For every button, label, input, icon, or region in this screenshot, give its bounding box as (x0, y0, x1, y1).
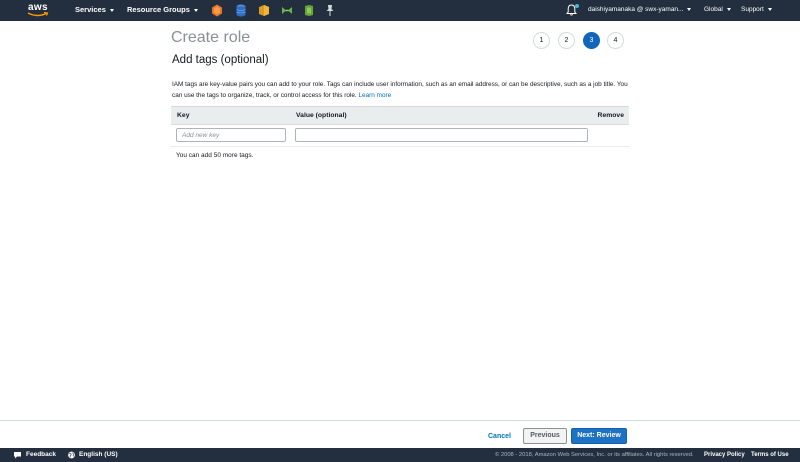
wizard-step-3: 3 (583, 32, 600, 49)
chevron-down-icon (767, 7, 772, 11)
aws-logo[interactable]: aws (26, 2, 52, 19)
console-footer: Feedback English (US) © 2008 - 2018, Ama… (0, 448, 800, 462)
lambda-icon[interactable] (303, 4, 315, 17)
remove-column-header: Remove (597, 112, 624, 119)
chevron-down-icon (109, 8, 114, 12)
feedback-icon (14, 452, 21, 459)
globe-icon (68, 451, 75, 459)
account-label: daishiyamanaka @ swx-yaman... (588, 6, 684, 13)
services-menu[interactable]: Services (75, 5, 114, 14)
wizard-action-bar: Cancel Previous Next: Review (0, 420, 800, 448)
support-label: Support (741, 6, 764, 13)
next-review-button[interactable]: Next: Review (571, 428, 627, 444)
feedback-link[interactable]: Feedback (26, 451, 56, 458)
cancel-button[interactable]: Cancel (488, 433, 511, 440)
top-navigation-bar: aws Services Resource Groups daishiyaman… (0, 0, 800, 21)
learn-more-link[interactable]: Learn more (359, 92, 392, 99)
region-menu[interactable]: Global (704, 6, 731, 13)
privacy-policy-link[interactable]: Privacy Policy (704, 452, 745, 458)
support-menu[interactable]: Support (741, 6, 772, 13)
tag-value-input[interactable] (295, 128, 588, 142)
services-label: Services (75, 5, 106, 14)
copyright-text: © 2008 - 2018, Amazon Web Services, Inc.… (495, 452, 694, 458)
value-column-header: Value (optional) (296, 112, 347, 119)
previous-button[interactable]: Previous (523, 428, 567, 444)
region-label: Global (704, 6, 723, 13)
tags-table-header: Key Value (optional) Remove (171, 106, 629, 125)
wizard-step-4: 4 (607, 32, 624, 49)
tags-description-text: IAM tags are key-value pairs you can add… (172, 81, 628, 99)
wizard-step-1[interactable]: 1 (533, 32, 550, 49)
tags-table-row (171, 125, 629, 147)
section-title: Add tags (optional) (172, 54, 269, 66)
cloudformation-icon[interactable] (211, 4, 223, 17)
rds-icon[interactable] (235, 4, 247, 17)
tag-key-input[interactable] (176, 128, 286, 142)
notification-indicator (575, 4, 579, 8)
resource-groups-label: Resource Groups (127, 5, 190, 14)
key-column-header: Key (177, 112, 190, 119)
s3-icon[interactable] (258, 4, 270, 17)
remaining-tags-hint: You can add 50 more tags. (176, 152, 254, 159)
account-menu[interactable]: daishiyamanaka @ swx-yaman... (588, 6, 692, 13)
language-selector[interactable]: English (US) (79, 451, 118, 458)
chevron-down-icon (687, 7, 692, 11)
codepipeline-icon[interactable] (281, 4, 293, 17)
page-title: Create role (171, 29, 251, 46)
pin-icon[interactable] (325, 4, 335, 17)
aws-smile-icon (27, 12, 49, 17)
tags-description: IAM tags are key-value pairs you can add… (172, 79, 632, 101)
chevron-down-icon (726, 7, 731, 11)
wizard-step-2[interactable]: 2 (558, 32, 575, 49)
resource-groups-menu[interactable]: Resource Groups (127, 5, 198, 14)
chevron-down-icon (193, 8, 198, 12)
terms-of-use-link[interactable]: Terms of Use (751, 452, 789, 458)
